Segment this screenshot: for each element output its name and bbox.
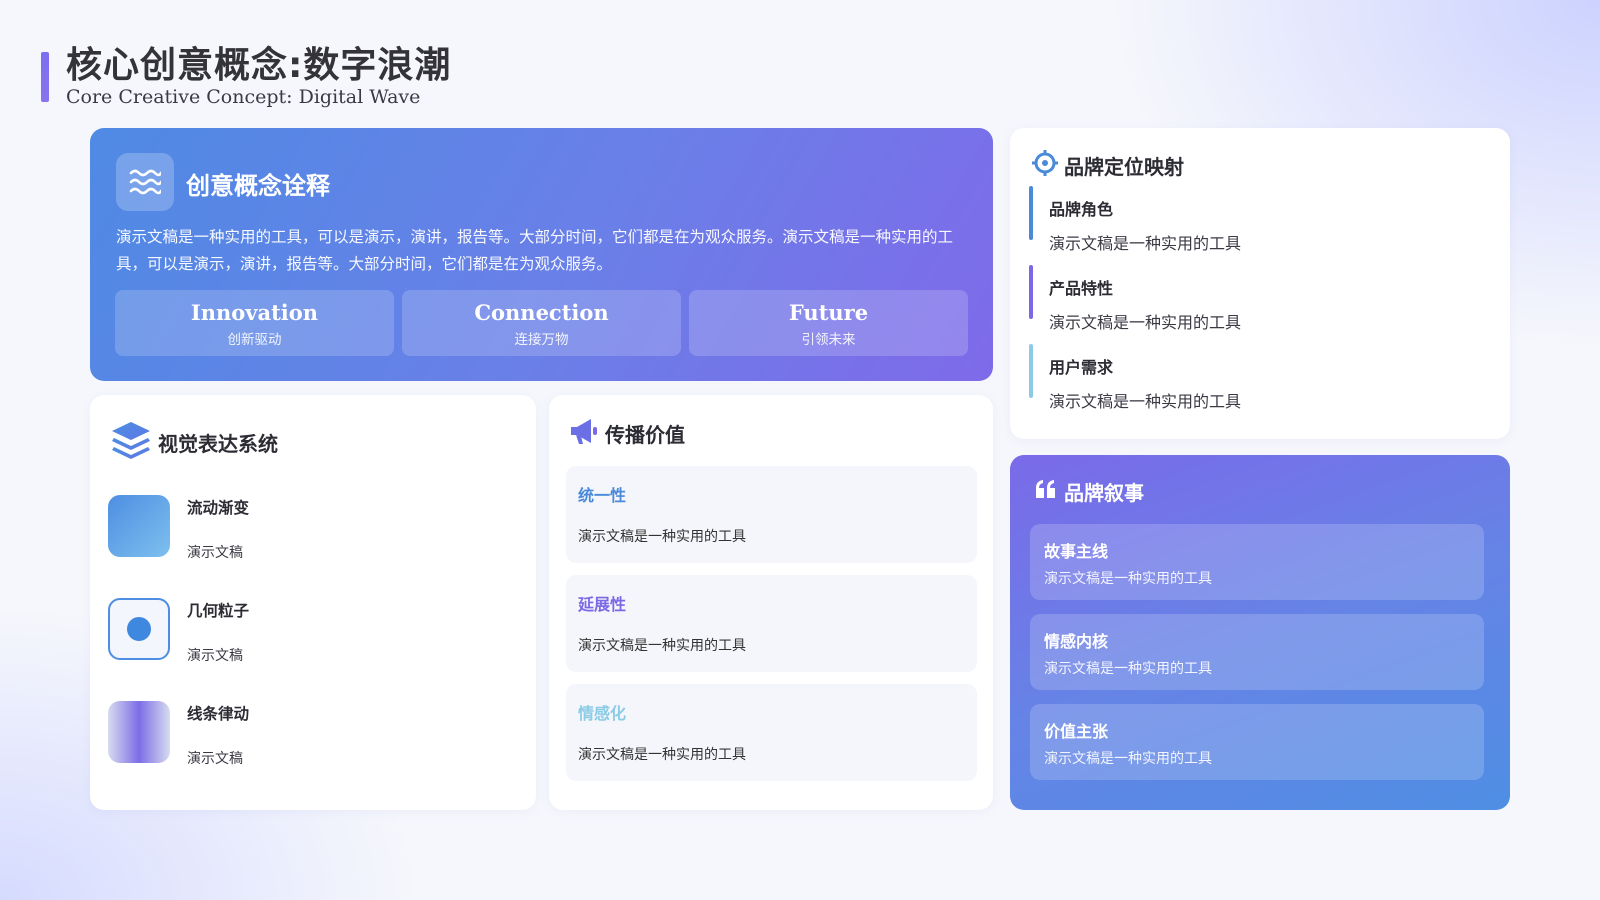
quote-icon	[1034, 478, 1058, 505]
value-item-title: 情感化	[578, 704, 627, 723]
narrative-heading: 品牌叙事	[1034, 477, 1144, 506]
visual-item-name: 几何粒子	[187, 602, 250, 620]
brand-positioning-card: 品牌定位映射 品牌角色 演示文稿是一种实用的工具 产品特性 演示文稿是一种实用的…	[1010, 128, 1510, 439]
value-item-title: 统一性	[578, 486, 627, 505]
pillar-cn-label: 连接万物	[514, 332, 569, 348]
positioning-item-desc: 演示文稿是一种实用的工具	[1049, 392, 1242, 411]
pillar-cn-label: 引领未来	[801, 332, 856, 348]
value-item-emotional: 情感化 演示文稿是一种实用的工具	[566, 684, 977, 781]
pillar-en-label: Connection	[474, 300, 609, 325]
narrative-item-emotion: 情感内核 演示文稿是一种实用的工具	[1030, 614, 1484, 690]
narrative-item-desc: 演示文稿是一种实用的工具	[1044, 571, 1212, 587]
title-accent-bar	[41, 52, 49, 102]
value-item-unity: 统一性 演示文稿是一种实用的工具	[566, 466, 977, 563]
pillar-cn-label: 创新驱动	[227, 332, 282, 348]
crosshair-icon	[1032, 150, 1058, 181]
visual-system-title: 视觉表达系统	[158, 432, 278, 456]
gradient-swatch	[108, 495, 170, 557]
value-item-desc: 演示文稿是一种实用的工具	[578, 529, 746, 545]
positioning-accent-bar	[1029, 186, 1033, 240]
positioning-accent-bar	[1029, 265, 1033, 319]
visual-item-name: 流动渐变	[187, 499, 250, 517]
narrative-item-title: 价值主张	[1044, 722, 1109, 741]
pillar-en-label: Future	[788, 300, 869, 325]
visual-system-card: 视觉表达系统 流动渐变 演示文稿 几何粒子 演示文稿 线条律动 演示文稿	[90, 395, 536, 810]
concept-card: 创意概念诠释 演示文稿是一种实用的工具，可以是演示，演讲，报告等。大部分时间，它…	[90, 128, 993, 381]
value-item-desc: 演示文稿是一种实用的工具	[578, 747, 746, 763]
positioning-title: 品牌定位映射	[1064, 155, 1184, 179]
narrative-item-desc: 演示文稿是一种实用的工具	[1044, 751, 1212, 767]
positioning-heading: 品牌定位映射	[1032, 150, 1184, 181]
value-item-extensibility: 延展性 演示文稿是一种实用的工具	[566, 575, 977, 672]
waves-icon	[116, 153, 174, 211]
narrative-item-title: 故事主线	[1044, 542, 1109, 561]
pillar-innovation: Innovation 创新驱动	[115, 290, 394, 356]
pillar-en-label: Innovation	[190, 300, 319, 325]
pillar-future: Future 引领未来	[689, 290, 968, 356]
positioning-item-needs: 用户需求 演示文稿是一种实用的工具	[1029, 344, 1469, 411]
visual-item-desc: 演示文稿	[187, 545, 243, 561]
narrative-item-desc: 演示文稿是一种实用的工具	[1044, 661, 1212, 677]
positioning-item-desc: 演示文稿是一种实用的工具	[1049, 313, 1242, 332]
line-rhythm-swatch	[108, 701, 170, 763]
particle-dot	[127, 617, 151, 641]
positioning-item-features: 产品特性 演示文稿是一种实用的工具	[1029, 265, 1469, 332]
narrative-title: 品牌叙事	[1064, 481, 1144, 505]
value-item-desc: 演示文稿是一种实用的工具	[578, 638, 746, 654]
narrative-item-storyline: 故事主线 演示文稿是一种实用的工具	[1030, 524, 1484, 600]
visual-item-name: 线条律动	[187, 705, 250, 723]
narrative-item-title: 情感内核	[1044, 632, 1109, 651]
positioning-item-title: 品牌角色	[1049, 200, 1114, 219]
brand-narrative-card: 品牌叙事 故事主线 演示文稿是一种实用的工具 情感内核 演示文稿是一种实用的工具…	[1010, 455, 1510, 810]
pillar-connection: Connection 连接万物	[402, 290, 681, 356]
concept-description: 演示文稿是一种实用的工具，可以是演示，演讲，报告等。大部分时间，它们都是在为观众…	[116, 228, 954, 273]
concept-title: 创意概念诠释	[186, 172, 330, 200]
value-item-title: 延展性	[578, 595, 627, 614]
positioning-item-title: 用户需求	[1049, 358, 1114, 377]
communication-value-card: 传播价值 统一性 演示文稿是一种实用的工具 延展性 演示文稿是一种实用的工具 情…	[549, 395, 993, 810]
visual-item-desc: 演示文稿	[187, 751, 243, 767]
positioning-item-desc: 演示文稿是一种实用的工具	[1049, 234, 1242, 253]
positioning-accent-bar	[1029, 344, 1033, 398]
visual-item-desc: 演示文稿	[187, 648, 243, 664]
communication-heading: 传播价值	[567, 415, 685, 452]
visual-system-heading: 视觉表达系统	[110, 419, 278, 466]
narrative-item-value: 价值主张 演示文稿是一种实用的工具	[1030, 704, 1484, 780]
page-subtitle: Core Creative Concept: Digital Wave	[66, 86, 421, 108]
communication-title: 传播价值	[605, 423, 685, 447]
particle-swatch	[108, 598, 170, 660]
positioning-item-title: 产品特性	[1049, 279, 1114, 298]
page-title: 核心创意概念:数字浪潮	[66, 45, 452, 86]
megaphone-icon	[567, 415, 599, 452]
layers-icon	[110, 419, 152, 466]
positioning-item-role: 品牌角色 演示文稿是一种实用的工具	[1029, 186, 1469, 253]
